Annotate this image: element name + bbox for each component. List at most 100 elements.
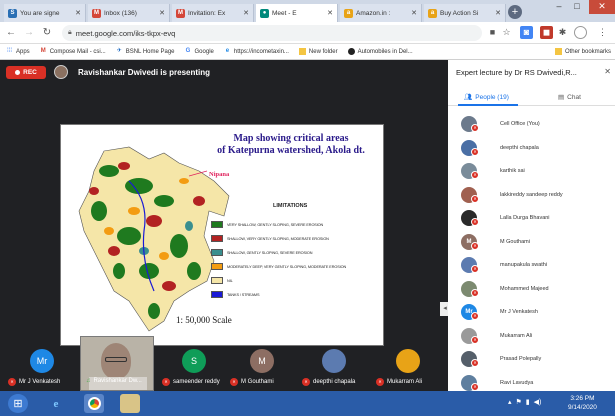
other-bookmarks[interactable]: Other bookmarks	[554, 48, 611, 55]
extension-icon[interactable]: ◙	[520, 26, 533, 39]
tile-m-gouthami[interactable]: M ✕ M Gouthami	[228, 336, 308, 391]
browser-tab[interactable]: a Amazon.in : ✕	[340, 4, 422, 22]
tab-label: Inbox (136)	[104, 9, 137, 17]
tab-favicon-icon: M	[92, 8, 101, 18]
browser-tab[interactable]: M Inbox (136) ✕	[88, 4, 170, 22]
participant-row[interactable]: ✕ manupakula swathi	[448, 253, 615, 277]
legend-label: TANKS / STREAMS	[227, 292, 260, 297]
record-icon	[15, 70, 21, 75]
reload-icon[interactable]: ↻	[40, 26, 54, 40]
star-icon[interactable]: ☆	[500, 26, 513, 39]
tile-avatar	[396, 349, 420, 373]
participant-row[interactable]: Mr ✕ Mr J Venkatesh	[448, 300, 615, 324]
bookmark-compose-mail[interactable]: M Compose Mail - csi...	[40, 48, 106, 55]
tab-close-icon[interactable]: ✕	[327, 9, 333, 17]
mic-off-icon: ✕	[471, 124, 479, 132]
participant-name: Mohammed Majeed	[500, 285, 549, 292]
mic-off-icon: ✕	[471, 288, 479, 297]
tab-close-icon[interactable]: ✕	[243, 9, 249, 17]
close-panel-icon[interactable]: ✕	[604, 67, 611, 76]
mic-off-icon: ✕	[471, 359, 479, 367]
rec-badge: REC	[6, 66, 46, 79]
new-tab-button[interactable]: +	[508, 5, 522, 19]
internet-explorer-icon[interactable]: e	[46, 394, 66, 413]
back-icon[interactable]: ←	[4, 26, 18, 40]
meet-area: REC Ravishankar Dwivedi is presenting Ma…	[0, 60, 615, 391]
browser-tab[interactable]: S You are signe ✕	[4, 4, 86, 22]
taskbar-clock[interactable]: 3:26 PM 9/14/2020	[568, 394, 597, 412]
bookmark-new-folder[interactable]: New folder	[298, 48, 338, 55]
participant-name: lakkireddy sandeep reddy	[500, 191, 563, 198]
mic-off-icon: ✕	[471, 194, 479, 203]
maximize-button[interactable]: □	[568, 0, 586, 14]
close-window-button[interactable]: ✕	[589, 0, 615, 14]
browser-tab[interactable]: a Buy Action Si ✕	[424, 4, 506, 22]
bookmark-google[interactable]: G Google	[185, 48, 214, 55]
mic-off-icon: ✕	[471, 265, 479, 273]
legend-title: LIMITATIONS	[273, 203, 308, 209]
volume-icon[interactable]: ◀)	[534, 398, 542, 406]
tray-arrow-icon[interactable]: ▴	[508, 398, 512, 406]
tab-close-icon[interactable]: ✕	[411, 9, 417, 17]
mic-off-icon: ✕	[471, 218, 479, 226]
bookmark-bsnl[interactable]: ✈ BSNL Home Page	[116, 48, 175, 55]
participant-row[interactable]: ✕ Cell Office (You)	[448, 112, 615, 136]
tile-mr-j-venkatesh[interactable]: Mr ✕ Mr J Venkatesh	[0, 336, 80, 391]
camera-icon[interactable]: ■	[486, 26, 499, 39]
start-button[interactable]: ⊞	[8, 394, 28, 413]
gmail-icon: M	[40, 48, 46, 54]
tab-label: Buy Action Si	[440, 9, 479, 17]
tab-label: Meet - E	[272, 9, 297, 17]
bookmark-apps[interactable]: ⁞⁞⁞ Apps	[6, 48, 30, 55]
tab-close-icon[interactable]: ✕	[495, 9, 501, 17]
tile-avatar: S	[182, 349, 206, 373]
extension-red-icon[interactable]: ◼	[540, 26, 553, 39]
profile-icon[interactable]	[574, 26, 587, 39]
tab-favicon-icon: M	[176, 8, 185, 18]
participant-row[interactable]: ✕ karthik sai	[448, 159, 615, 183]
mic-off-icon: ✕	[162, 378, 170, 386]
legend-swatch	[211, 291, 223, 298]
browser-tab[interactable]: ● Meet - E ✕	[256, 4, 338, 22]
chat-icon: ▤	[558, 94, 565, 101]
url-field[interactable]: 🔒︎ meet.google.com/iks-tkpx-evq	[62, 25, 482, 41]
forward-icon[interactable]: →	[22, 26, 36, 40]
participant-row[interactable]: M ✕ M Gouthami	[448, 230, 615, 254]
participant-row[interactable]: ✕ deepthi chapala	[448, 136, 615, 160]
browser-tab[interactable]: M Invitation: Ex ✕	[172, 4, 254, 22]
bookmark-automobiles[interactable]: Automobiles in Del...	[347, 48, 413, 55]
map-legend: VERY SHALLOW, GENTLY SLOPING, SEVERE ERO…	[211, 221, 381, 305]
tab-close-icon[interactable]: ✕	[159, 9, 165, 17]
legend-label: MODERATELY DEEP, VERY GENTLY SLOPING, MO…	[227, 264, 347, 269]
tab-chat[interactable]: ▤ Chat	[558, 93, 581, 102]
legend-label: VERY SHALLOW, GENTLY SLOPING, SEVERE ERO…	[227, 222, 324, 227]
tile-deepthi-chapala[interactable]: ✕ deepthi chapala	[300, 336, 378, 391]
presentation-area: Map showing critical areas of Katepurna …	[0, 84, 450, 346]
legend-swatch	[211, 249, 223, 256]
tab-close-icon[interactable]: ✕	[75, 9, 81, 17]
tab-favicon-icon: a	[428, 8, 437, 18]
legend-item: NIL	[211, 277, 381, 284]
participant-row[interactable]: ✕ Mohammed Majeed	[448, 277, 615, 301]
bookmark-incometax[interactable]: e https://incometaxin...	[224, 48, 289, 55]
tab-people[interactable]: 👥︎ People (19)	[464, 93, 509, 102]
mic-off-icon: ✕	[471, 312, 479, 320]
mic-off-icon: ✕	[8, 378, 16, 386]
legend-swatch	[211, 235, 223, 242]
minimize-button[interactable]: –	[550, 0, 568, 14]
menu-icon[interactable]: ⋮	[596, 26, 609, 39]
puzzle-icon[interactable]: ✱	[556, 26, 569, 39]
participant-row[interactable]: ✕ Mukarram Ali	[448, 324, 615, 348]
tile-mukarram-ali[interactable]: ✕ Mukarram Ali	[374, 336, 448, 391]
chrome-icon[interactable]	[84, 394, 104, 413]
tab-favicon-icon: a	[344, 8, 353, 18]
participant-row[interactable]: ✕ lakkireddy sandeep reddy	[448, 183, 615, 207]
network-icon[interactable]: ▮	[526, 398, 530, 406]
participant-row[interactable]: ✕ Lalla Durga Bhavani	[448, 206, 615, 230]
file-explorer-icon[interactable]	[120, 394, 140, 413]
participant-row[interactable]: ✕ Prasad Polepally	[448, 347, 615, 371]
participant-name: Mr J Venkatesh	[500, 309, 538, 315]
flag-icon[interactable]: ⚑	[516, 398, 522, 406]
legend-swatch	[211, 277, 223, 284]
system-tray: ▴ ⚑ ▮ ◀)	[508, 398, 541, 406]
